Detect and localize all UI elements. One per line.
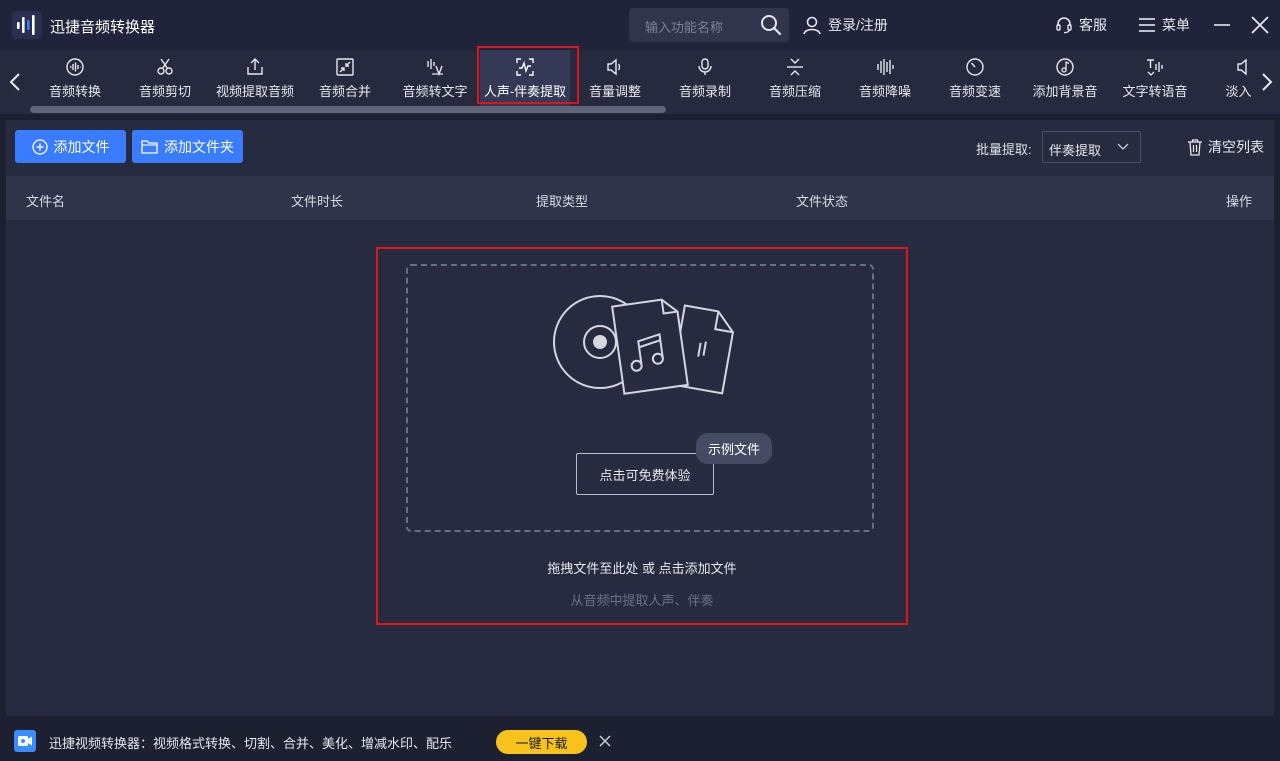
menu-label: 菜单 bbox=[1162, 17, 1190, 33]
merge-arrows-icon bbox=[336, 58, 354, 76]
microphone-icon bbox=[698, 58, 712, 75]
search-input[interactable]: 输入功能名称 bbox=[645, 17, 723, 36]
tool-volume-adjust[interactable]: 音量调整 bbox=[570, 50, 660, 110]
column-actions: 操作 bbox=[1226, 194, 1253, 209]
login-button[interactable]: 登录/注册 bbox=[802, 14, 888, 36]
sample-file-tag[interactable]: 示例文件 bbox=[696, 433, 772, 464]
audio-to-text-icon bbox=[427, 59, 443, 76]
close-icon[interactable] bbox=[1249, 14, 1271, 36]
promo-text: 迅捷视频转换器：视频格式转换、切割、合并、美化、增减水印、配乐 bbox=[49, 736, 453, 751]
tool-fade-in-out[interactable]: 淡入淡 bbox=[1200, 50, 1252, 110]
user-icon bbox=[803, 16, 821, 35]
tool-audio-merge[interactable]: 音频合并 bbox=[300, 50, 390, 110]
music-note-circle-icon bbox=[1056, 58, 1074, 76]
scroll-right-icon[interactable] bbox=[1256, 68, 1278, 96]
tool-audio-denoise[interactable]: 音频降噪 bbox=[840, 50, 930, 110]
tool-text-to-speech[interactable]: 文字转语音 bbox=[1110, 50, 1200, 110]
file-table-header: 文件名 文件时长 提取类型 文件状态 操作 bbox=[6, 176, 1274, 220]
scissors-icon bbox=[157, 58, 173, 75]
search-icon[interactable] bbox=[760, 14, 782, 36]
tool-audio-record[interactable]: 音频录制 bbox=[660, 50, 750, 110]
clear-list-button[interactable]: 清空列表 bbox=[1187, 138, 1264, 156]
close-promo-icon[interactable] bbox=[598, 734, 612, 748]
video-converter-logo-icon bbox=[14, 730, 36, 752]
minimize-icon[interactable] bbox=[1211, 14, 1233, 36]
menu-button[interactable]: 菜单 bbox=[1138, 14, 1190, 36]
drop-subtitle-text: 从音频中提取人声、伴奏 bbox=[570, 593, 714, 608]
fade-icon bbox=[1237, 58, 1247, 76]
tool-vocal-accompaniment-extract[interactable]: 人声-伴奏提取 bbox=[480, 50, 570, 110]
speedometer-icon bbox=[966, 58, 984, 76]
one-click-download-button[interactable]: 一键下载 bbox=[496, 730, 587, 754]
batch-extract-label: 批量提取: bbox=[976, 142, 1032, 157]
waveform-circle-icon bbox=[66, 58, 84, 76]
voice-extract-icon bbox=[516, 58, 534, 76]
text-to-speech-icon bbox=[1147, 59, 1163, 76]
add-folder-button[interactable]: 添加文件夹 bbox=[132, 130, 243, 163]
feature-toolbar: 音频转换 音频剪切 视频提取音频 音频合并 音频转文字 人声-伴奏提取 音量调整 bbox=[0, 50, 1280, 114]
drop-hint-text: 拖拽文件至此处 或 点击添加文件 bbox=[547, 561, 737, 576]
add-file-button[interactable]: 添加文件 bbox=[15, 130, 126, 163]
export-icon bbox=[247, 58, 263, 75]
batch-extract-select[interactable]: 伴奏提取 bbox=[1042, 131, 1141, 163]
scroll-left-icon[interactable] bbox=[4, 68, 26, 96]
hamburger-icon bbox=[1139, 18, 1155, 32]
headset-icon bbox=[1056, 17, 1072, 34]
tool-video-extract-audio[interactable]: 视频提取音频 bbox=[210, 50, 300, 110]
app-logo-icon bbox=[12, 11, 42, 39]
trash-icon bbox=[1188, 138, 1202, 156]
tool-audio-convert[interactable]: 音频转换 bbox=[30, 50, 120, 110]
tool-audio-speed[interactable]: 音频变速 bbox=[930, 50, 1020, 110]
folder-icon bbox=[141, 140, 158, 154]
tool-add-background-music[interactable]: 添加背景音 bbox=[1020, 50, 1110, 110]
function-search[interactable]: 输入功能名称 bbox=[629, 8, 789, 42]
batch-extract-value: 伴奏提取 bbox=[1049, 143, 1102, 158]
toolbar-scrollbar[interactable] bbox=[30, 106, 666, 113]
cd-music-files-illustration bbox=[553, 295, 735, 395]
tool-list: 音频转换 音频剪切 视频提取音频 音频合并 音频转文字 人声-伴奏提取 音量调整 bbox=[30, 50, 1252, 114]
column-filename: 文件名 bbox=[26, 194, 66, 209]
column-status: 文件状态 bbox=[796, 194, 849, 209]
speaker-icon bbox=[607, 58, 621, 76]
chevron-down-icon bbox=[1117, 143, 1129, 150]
service-label: 客服 bbox=[1079, 17, 1107, 33]
clear-list-label: 清空列表 bbox=[1208, 139, 1264, 155]
column-extract-type: 提取类型 bbox=[536, 194, 589, 209]
add-folder-label: 添加文件夹 bbox=[164, 138, 234, 155]
tool-audio-compress[interactable]: 音频压缩 bbox=[750, 50, 840, 110]
tool-audio-cut[interactable]: 音频剪切 bbox=[120, 50, 210, 110]
app-title: 迅捷音频转换器 bbox=[50, 19, 156, 36]
tool-label: 淡入淡 bbox=[1225, 84, 1252, 99]
column-duration: 文件时长 bbox=[291, 194, 344, 209]
compress-icon bbox=[787, 58, 803, 76]
free-trial-button[interactable]: 点击可免费体验 bbox=[576, 453, 714, 495]
tool-audio-to-text[interactable]: 音频转文字 bbox=[390, 50, 480, 110]
customer-service-button[interactable]: 客服 bbox=[1055, 14, 1107, 36]
login-label: 登录/注册 bbox=[828, 17, 888, 33]
plus-circle-icon bbox=[31, 138, 48, 155]
noise-bars-icon bbox=[877, 59, 894, 75]
title-bar: 迅捷音频转换器 输入功能名称 登录/注册 客服 菜单 bbox=[0, 0, 1280, 50]
add-file-label: 添加文件 bbox=[53, 138, 110, 155]
